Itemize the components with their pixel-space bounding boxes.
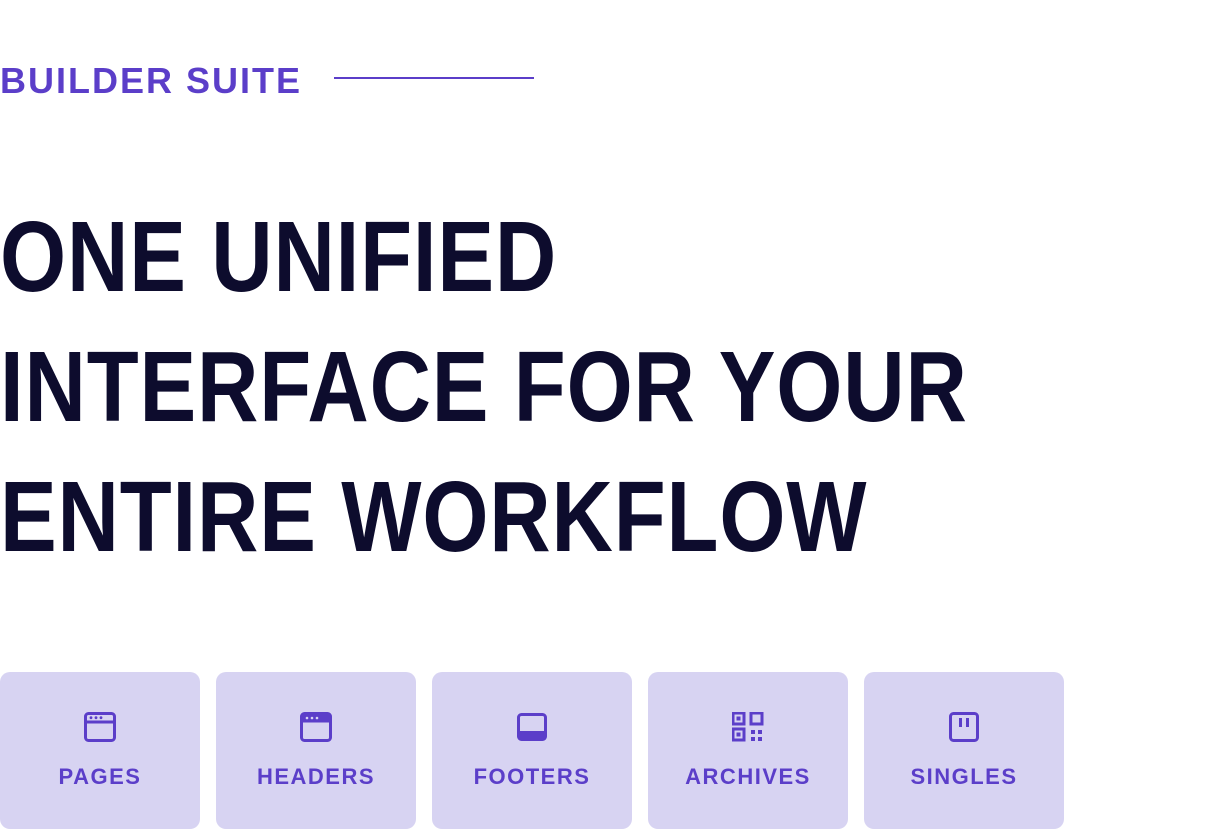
eyebrow-divider bbox=[334, 77, 534, 79]
card-pages[interactable]: PAGES bbox=[0, 672, 200, 829]
card-archives[interactable]: ARCHIVES bbox=[648, 672, 848, 829]
window-icon bbox=[84, 712, 116, 742]
card-label: FOOTERS bbox=[474, 764, 591, 790]
card-footers[interactable]: FOOTERS bbox=[432, 672, 632, 829]
grid-icon bbox=[732, 712, 764, 742]
cards-row: PAGES HEADERS FOOTERS bbox=[0, 672, 1232, 829]
card-headers[interactable]: HEADERS bbox=[216, 672, 416, 829]
header-bar-icon bbox=[300, 712, 332, 742]
card-label: HEADERS bbox=[257, 764, 375, 790]
card-singles[interactable]: SINGLES bbox=[864, 672, 1064, 829]
single-panel-icon bbox=[948, 712, 980, 742]
footer-bar-icon bbox=[516, 712, 548, 742]
card-label: ARCHIVES bbox=[685, 764, 811, 790]
hero-title: ONE UNIFIED INTERFACE FOR YOUR ENTIRE WO… bbox=[0, 192, 1020, 582]
eyebrow-section: BUILDER SUITE bbox=[0, 60, 1232, 102]
card-label: SINGLES bbox=[910, 764, 1017, 790]
card-label: PAGES bbox=[59, 764, 142, 790]
eyebrow-label: BUILDER SUITE bbox=[0, 60, 302, 102]
